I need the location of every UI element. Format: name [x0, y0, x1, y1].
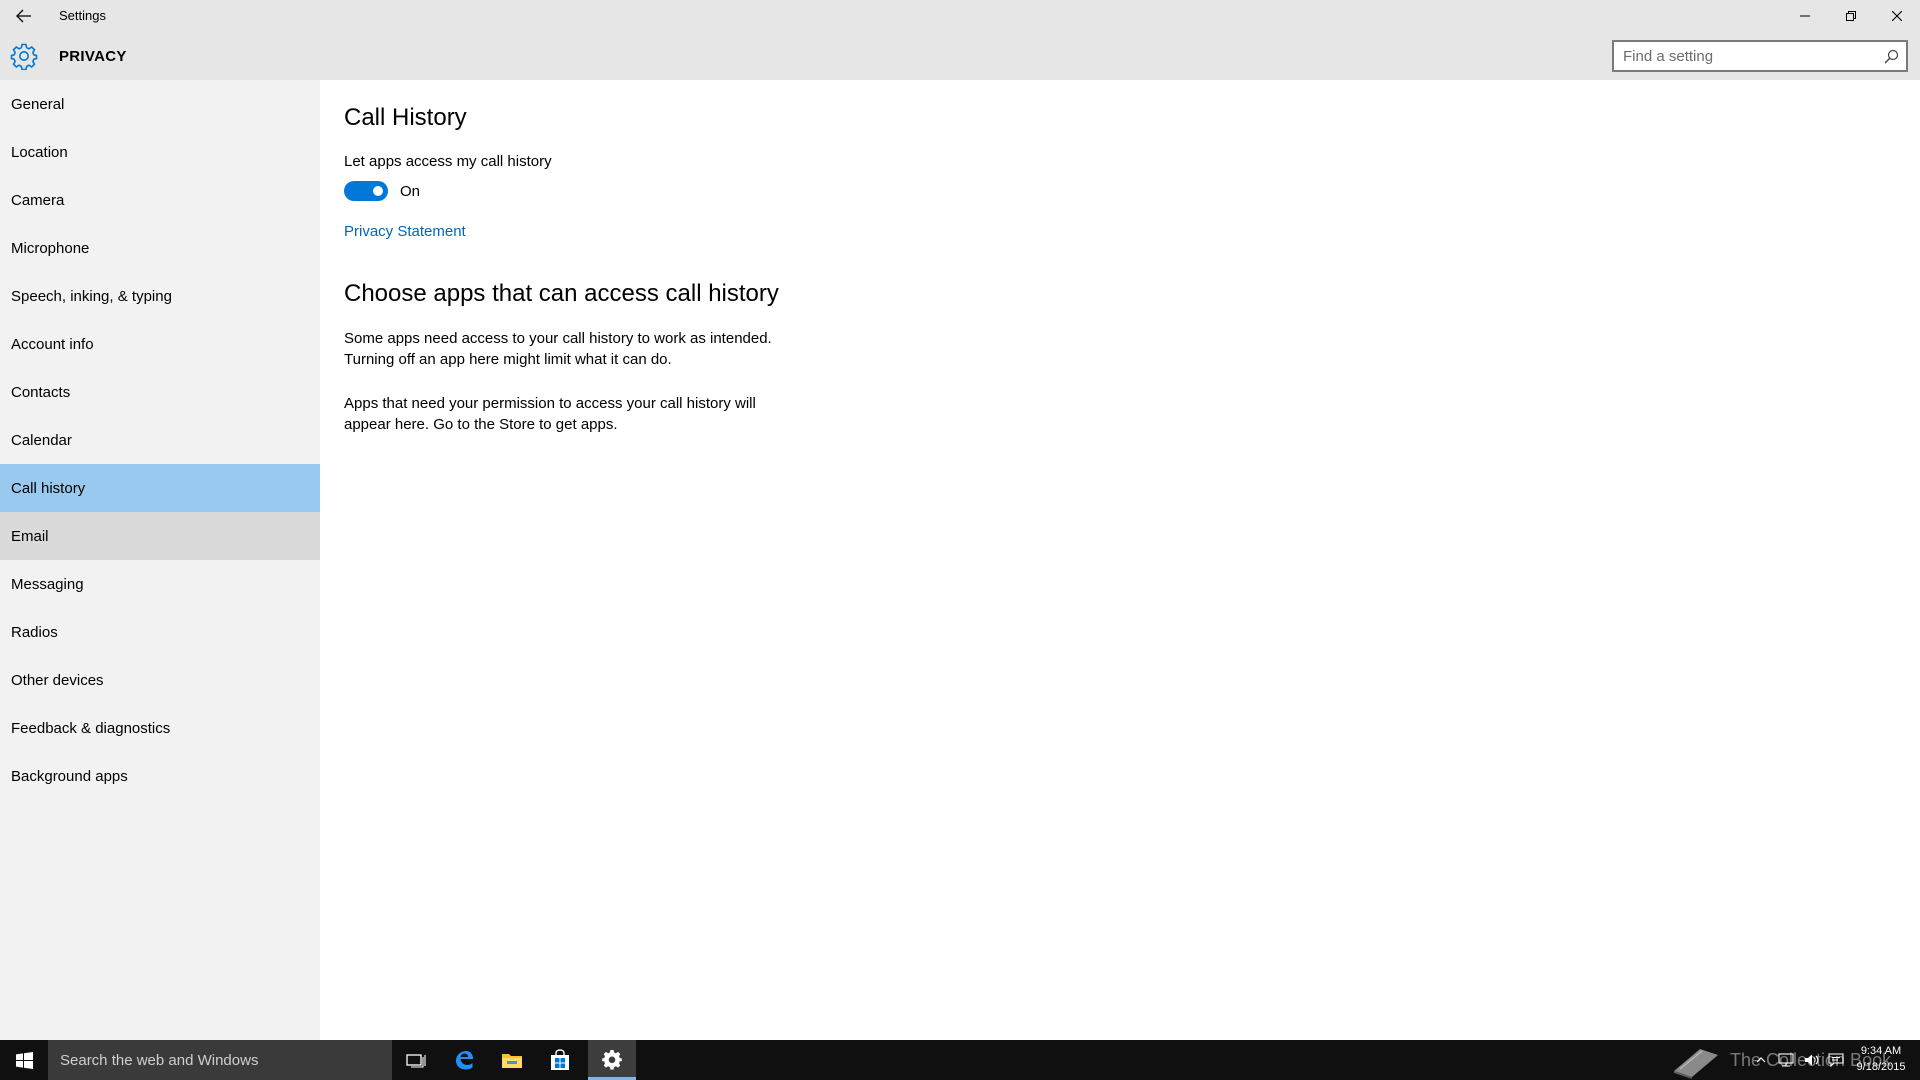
start-button[interactable]	[0, 1040, 48, 1080]
nav-item-label: Messaging	[11, 575, 84, 593]
settings-header: PRIVACY	[0, 32, 1920, 80]
nav-item-email[interactable]: Email	[0, 512, 320, 560]
speaker-icon	[1805, 1054, 1819, 1066]
minimize-button[interactable]	[1782, 0, 1828, 32]
no-apps-message: Apps that need your permission to access…	[344, 393, 804, 435]
message-line: appear here. Go to the Store to get apps…	[344, 416, 618, 433]
edge-button[interactable]	[440, 1040, 488, 1080]
windows-logo-icon	[15, 1051, 33, 1069]
nav-item-radios[interactable]: Radios	[0, 608, 320, 656]
task-view-button[interactable]	[392, 1040, 440, 1080]
nav-item-label: General	[11, 95, 65, 113]
nav-item-microphone[interactable]: Microphone	[0, 224, 320, 272]
gear-icon	[10, 43, 38, 70]
taskbar-search-text: Search the web and Windows	[60, 1052, 259, 1069]
nav-item-label: Background apps	[11, 767, 128, 785]
back-arrow-icon	[16, 9, 31, 23]
nav-item-label: Other devices	[11, 671, 104, 689]
nav-item-camera[interactable]: Camera	[0, 176, 320, 224]
store-icon	[551, 1049, 569, 1070]
system-clock[interactable]: 9:34 AM 9/18/2015	[1846, 1043, 1916, 1075]
minimize-icon	[1800, 15, 1810, 17]
file-explorer-button[interactable]	[488, 1040, 536, 1080]
nav-item-label: Email	[11, 527, 49, 545]
chevron-up-icon	[1756, 1057, 1766, 1063]
toggle-state-text: On	[400, 183, 421, 200]
nav-item-account-info[interactable]: Account info	[0, 320, 320, 368]
network-button[interactable]	[1774, 1040, 1798, 1080]
nav-item-call-history[interactable]: Call history	[0, 464, 320, 512]
message-line: Apps that need your permission to access…	[344, 395, 756, 412]
search-icon[interactable]	[1882, 48, 1900, 66]
clock-date: 9/18/2015	[1856, 1061, 1906, 1073]
window-title: Settings	[59, 8, 106, 23]
description-line: Turning off an app here might limit what…	[344, 351, 672, 368]
store-button[interactable]	[536, 1040, 584, 1080]
close-button[interactable]	[1874, 0, 1920, 32]
nav-item-location[interactable]: Location	[0, 128, 320, 176]
nav-item-messaging[interactable]: Messaging	[0, 560, 320, 608]
nav-item-label: Speech, inking, & typing	[11, 287, 172, 305]
nav-item-label: Camera	[11, 191, 65, 209]
toggle-knob	[373, 186, 383, 196]
clock-time: 9:34 AM	[1860, 1045, 1902, 1057]
show-hidden-icons-button[interactable]	[1750, 1040, 1772, 1080]
nav-item-contacts[interactable]: Contacts	[0, 368, 320, 416]
nav-item-feedback-diagnostics[interactable]: Feedback & diagnostics	[0, 704, 320, 752]
task-view-icon	[406, 1054, 426, 1068]
toggle-label: Let apps access my call history	[344, 153, 552, 170]
back-button[interactable]	[10, 4, 38, 28]
notification-icon	[1828, 1053, 1844, 1067]
find-setting-search[interactable]	[1612, 40, 1908, 72]
nav-item-label: Location	[11, 143, 68, 161]
nav-item-label: Microphone	[11, 239, 90, 257]
call-history-page: Call History Let apps access my call his…	[320, 80, 1920, 1040]
nav-item-label: Radios	[11, 623, 58, 641]
choose-apps-heading: Choose apps that can access call history	[344, 280, 779, 307]
book-icon	[1674, 1049, 1718, 1079]
nav-item-speech-inking-typing[interactable]: Speech, inking, & typing	[0, 272, 320, 320]
nav-item-label: Account info	[11, 335, 94, 353]
close-icon	[1892, 11, 1902, 21]
nav-item-general[interactable]: General	[0, 80, 320, 128]
description-line: Some apps need access to your call histo…	[344, 330, 772, 347]
settings-icon	[602, 1049, 622, 1070]
edge-icon	[456, 1051, 473, 1070]
nav-item-label: Call history	[11, 479, 86, 497]
nav-item-calendar[interactable]: Calendar	[0, 416, 320, 464]
apps-description: Some apps need access to your call histo…	[344, 328, 804, 370]
search-input[interactable]	[1614, 42, 1864, 70]
network-icon	[1778, 1053, 1794, 1067]
taskbar-search-box[interactable]: Search the web and Windows	[48, 1040, 392, 1080]
nav-item-label: Calendar	[11, 431, 72, 449]
taskbar: Search the web and Windows The Book 9:34…	[0, 1040, 1920, 1080]
volume-button[interactable]	[1800, 1040, 1824, 1080]
restore-icon	[1846, 11, 1856, 21]
section-title: PRIVACY	[59, 48, 127, 65]
nav-item-background-apps[interactable]: Background apps	[0, 752, 320, 800]
call-history-toggle[interactable]	[344, 181, 388, 201]
page-title: Call History	[344, 104, 467, 131]
title-bar: Settings	[0, 0, 1920, 32]
file-explorer-icon	[502, 1054, 522, 1068]
restore-button[interactable]	[1828, 0, 1874, 32]
privacy-statement-link[interactable]: Privacy Statement	[344, 223, 466, 240]
settings-taskbar-button[interactable]	[588, 1040, 636, 1080]
nav-item-label: Feedback & diagnostics	[11, 719, 171, 737]
nav-item-other-devices[interactable]: Other devices	[0, 656, 320, 704]
privacy-nav: General Location Camera Microphone Speec…	[0, 80, 320, 1040]
nav-item-label: Contacts	[11, 383, 71, 401]
action-center-button[interactable]	[1824, 1040, 1848, 1080]
